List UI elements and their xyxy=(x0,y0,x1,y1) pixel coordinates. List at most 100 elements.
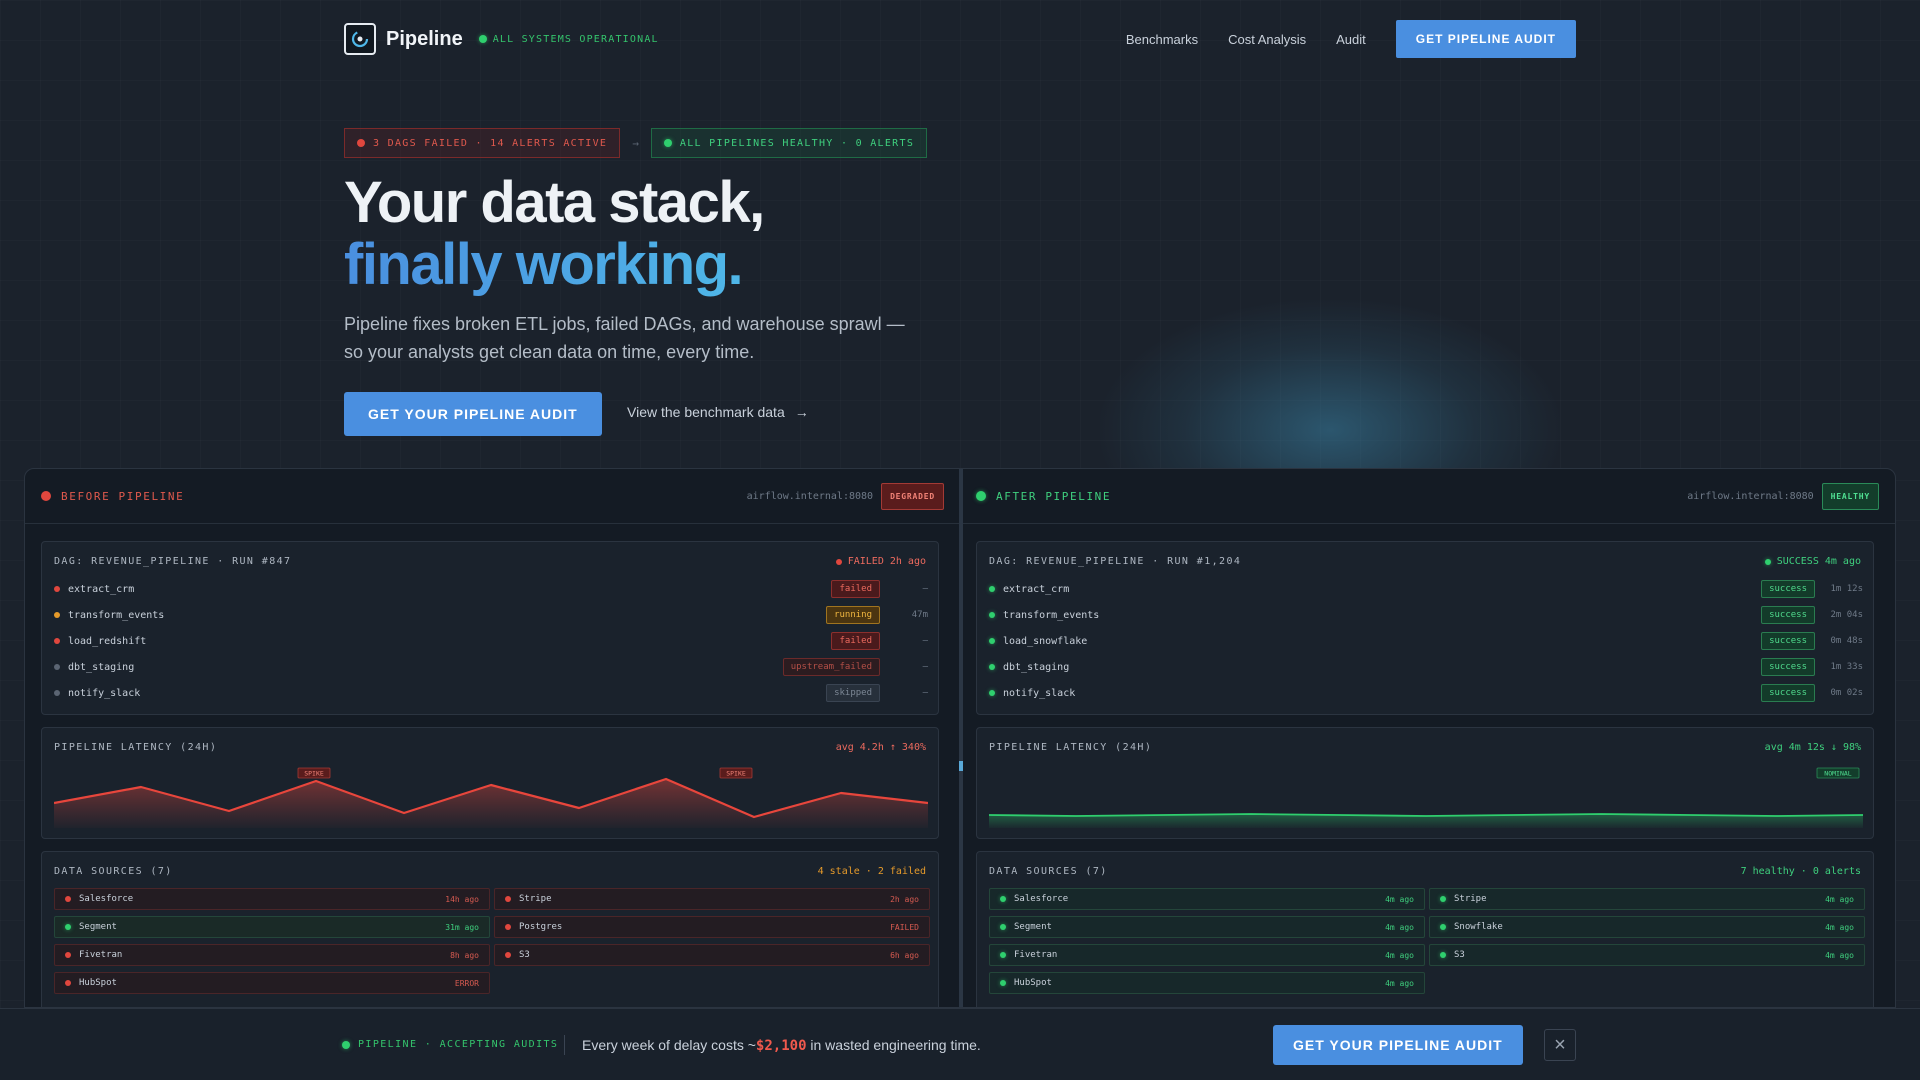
task-status-dot-icon xyxy=(989,690,995,696)
task-duration: 2m 04s xyxy=(1830,610,1863,620)
before-latency-card: PIPELINE LATENCY (24H) avg 4.2h ↑ 340% S… xyxy=(41,727,939,839)
status-dot-icon xyxy=(835,558,842,565)
after-sources-meta: 7 healthy · 0 alerts xyxy=(1740,866,1861,877)
data-source-item[interactable]: Stripe 2h ago xyxy=(494,888,930,910)
before-status-dot-icon xyxy=(41,491,51,501)
brand-name[interactable]: Pipeline xyxy=(386,28,463,51)
source-last-sync: 4m ago xyxy=(1385,922,1414,932)
data-source-item[interactable]: Snowflake 4m ago xyxy=(1429,916,1865,938)
before-dag-title: DAG: REVENUE_PIPELINE · RUN #847 xyxy=(54,556,292,567)
status-dot-icon xyxy=(478,35,487,43)
source-status-dot-icon xyxy=(1000,980,1006,986)
task-status-pill: success xyxy=(1761,658,1815,676)
data-source-item[interactable]: Segment 4m ago xyxy=(989,916,1425,938)
data-source-item[interactable]: S3 6h ago xyxy=(494,944,930,966)
source-last-sync: 8h ago xyxy=(450,950,479,960)
hero-title-line1: Your data stack, xyxy=(344,170,765,235)
source-status-dot-icon xyxy=(1440,896,1446,902)
source-last-sync: 4m ago xyxy=(1385,950,1414,960)
data-source-item[interactable]: Postgres FAILED xyxy=(494,916,930,938)
source-last-sync: 4m ago xyxy=(1385,978,1414,988)
after-latency-title: PIPELINE LATENCY (24H) xyxy=(989,742,1153,753)
after-dag-status: SUCCESS 4m ago xyxy=(1764,556,1861,567)
task-status-dot-icon xyxy=(989,612,995,618)
before-latency-chart: SPIKE SPIKE xyxy=(54,767,928,828)
task-status-dot-icon xyxy=(54,664,60,670)
data-source-item[interactable]: Fivetran 4m ago xyxy=(989,944,1425,966)
after-latency-meta: avg 4m 12s ↓ 98% xyxy=(1764,742,1861,753)
nav-link-cost-analysis[interactable]: Cost Analysis xyxy=(1228,32,1306,47)
after-dag-card: DAG: REVENUE_PIPELINE · RUN #1,204 SUCCE… xyxy=(976,541,1874,715)
task-status-pill: success xyxy=(1761,684,1815,702)
task-status-dot-icon xyxy=(989,664,995,670)
source-last-sync: 4m ago xyxy=(1825,922,1854,932)
sticky-cta-button[interactable]: GET YOUR PIPELINE AUDIT xyxy=(1273,1025,1523,1065)
task-status-dot-icon xyxy=(54,638,60,644)
source-name: S3 xyxy=(1454,950,1465,960)
comparison-divider[interactable] xyxy=(959,469,963,1007)
data-source-item[interactable]: Salesforce 4m ago xyxy=(989,888,1425,910)
benchmark-link[interactable]: View the benchmark data → xyxy=(627,404,809,420)
nav-cta-button[interactable]: GET PIPELINE AUDIT xyxy=(1395,20,1576,58)
svg-text:SPIKE: SPIKE xyxy=(304,770,324,778)
data-source-item[interactable]: S3 4m ago xyxy=(1429,944,1865,966)
task-status-pill: upstream_failed xyxy=(782,658,880,676)
dag-task-row[interactable]: load_redshift failed — xyxy=(54,632,928,650)
source-name: Fivetran xyxy=(1014,950,1058,960)
before-sources-card: DATA SOURCES (7) 4 stale · 2 failed Sale… xyxy=(41,851,939,1007)
nav-link-benchmarks[interactable]: Benchmarks xyxy=(1126,32,1198,47)
data-source-item[interactable]: HubSpot ERROR xyxy=(54,972,490,994)
after-host: airflow.internal:8080 xyxy=(1687,490,1814,502)
after-label: AFTER PIPELINE xyxy=(996,489,1112,503)
pipeline-logo-icon[interactable] xyxy=(344,23,376,55)
dag-task-row[interactable]: transform_events success 2m 04s xyxy=(989,606,1863,624)
hero-cta-button[interactable]: GET YOUR PIPELINE AUDIT xyxy=(344,392,602,436)
data-source-item[interactable]: Salesforce 14h ago xyxy=(54,888,490,910)
source-status-dot-icon xyxy=(505,896,511,902)
source-status-dot-icon xyxy=(1000,952,1006,958)
task-duration: — xyxy=(922,662,928,672)
dag-task-row[interactable]: dbt_staging success 1m 33s xyxy=(989,658,1863,676)
alert-dot-icon xyxy=(357,139,365,147)
task-name: dbt_staging xyxy=(68,661,135,673)
source-status-dot-icon xyxy=(1440,924,1446,930)
before-label: BEFORE PIPELINE xyxy=(61,489,185,503)
task-name: load_snowflake xyxy=(1003,635,1088,647)
after-dag-title: DAG: REVENUE_PIPELINE · RUN #1,204 xyxy=(989,556,1242,567)
close-icon[interactable]: × xyxy=(1544,1029,1576,1061)
dag-task-row[interactable]: dbt_staging upstream_failed — xyxy=(54,658,928,676)
source-last-sync: 6h ago xyxy=(890,950,919,960)
task-duration: — xyxy=(922,636,928,646)
task-status-dot-icon xyxy=(54,690,60,696)
before-dag-status: FAILED 2h ago xyxy=(835,556,926,567)
dag-task-row[interactable]: transform_events running 47m xyxy=(54,606,928,624)
before-sources-meta: 4 stale · 2 failed xyxy=(817,866,926,877)
before-latency-meta: avg 4.2h ↑ 340% xyxy=(835,742,926,753)
task-duration: — xyxy=(922,688,928,698)
task-duration: 1m 12s xyxy=(1830,584,1863,594)
dag-task-row[interactable]: notify_slack skipped — xyxy=(54,684,928,702)
divider-drag-handle[interactable] xyxy=(959,761,963,771)
dag-task-row[interactable]: extract_crm failed — xyxy=(54,580,928,598)
data-source-item[interactable]: Segment 31m ago xyxy=(54,916,490,938)
svg-text:NOMINAL: NOMINAL xyxy=(1824,770,1851,778)
source-status-dot-icon xyxy=(65,980,71,986)
dag-task-row[interactable]: notify_slack success 0m 02s xyxy=(989,684,1863,702)
data-source-item[interactable]: Fivetran 8h ago xyxy=(54,944,490,966)
task-duration: 0m 48s xyxy=(1830,636,1863,646)
data-source-item[interactable]: Stripe 4m ago xyxy=(1429,888,1865,910)
alert-failed-badge: 3 DAGS FAILED · 14 ALERTS ACTIVE xyxy=(344,128,621,158)
dag-task-row[interactable]: extract_crm success 1m 12s xyxy=(989,580,1863,598)
source-status-dot-icon xyxy=(1440,952,1446,958)
data-source-item[interactable]: HubSpot 4m ago xyxy=(989,972,1425,994)
source-name: Postgres xyxy=(519,922,563,932)
hero-subtitle: Pipeline fixes broken ETL jobs, failed D… xyxy=(344,314,905,362)
system-status-text: ALL SYSTEMS OPERATIONAL xyxy=(492,33,659,45)
task-status-pill: success xyxy=(1761,580,1815,598)
task-status-pill: running xyxy=(826,606,880,624)
dag-task-row[interactable]: load_snowflake success 0m 48s xyxy=(989,632,1863,650)
after-sources-title: DATA SOURCES (7) xyxy=(989,866,1108,877)
spike-label-1: SPIKE xyxy=(297,767,331,779)
nav-link-audit[interactable]: Audit xyxy=(1336,32,1366,47)
after-latency-card: PIPELINE LATENCY (24H) avg 4m 12s ↓ 98% … xyxy=(976,727,1874,839)
